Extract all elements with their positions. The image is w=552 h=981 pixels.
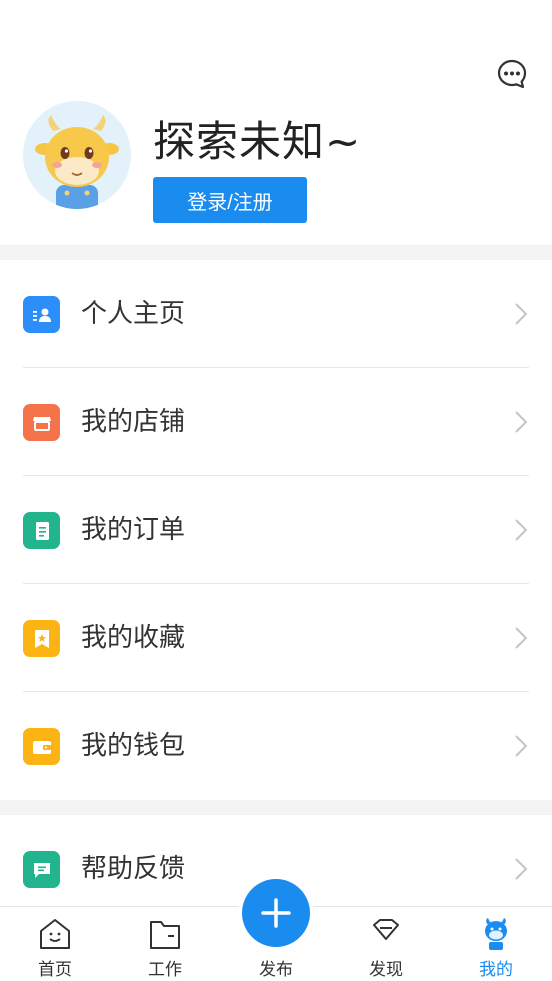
folder-icon — [150, 921, 180, 949]
publish-button[interactable] — [238, 875, 314, 951]
menu-item-label: 我的钱包 — [81, 731, 186, 761]
menu-item-label: 帮助反馈 — [81, 854, 186, 884]
login-register-button[interactable]: 登录/注册 — [153, 177, 307, 223]
menu-item-label: 我的订单 — [81, 515, 186, 545]
chevron-right-icon — [515, 627, 528, 649]
order-icon — [23, 512, 60, 549]
section-gap — [0, 800, 552, 815]
profile-mascot-icon — [485, 918, 507, 950]
menu-item-orders[interactable]: 我的订单 — [0, 476, 552, 584]
menu-item-label: 个人主页 — [81, 299, 186, 329]
feedback-icon — [23, 851, 60, 888]
tab-label: 工作 — [148, 960, 182, 980]
username: 探索未知~ — [153, 117, 362, 166]
plus-icon — [242, 879, 310, 947]
tab-label: 首页 — [38, 960, 72, 980]
tab-label: 发布 — [259, 960, 293, 980]
chevron-right-icon — [515, 735, 528, 757]
chevron-right-icon — [515, 411, 528, 433]
tab-mine[interactable]: 我的 — [456, 907, 536, 981]
avatar[interactable] — [23, 101, 131, 209]
menu-item-homepage[interactable]: 个人主页 — [0, 260, 552, 368]
store-icon — [23, 404, 60, 441]
tab-label: 发现 — [369, 960, 403, 980]
profile-header: 探索未知~ 登录/注册 — [0, 0, 552, 245]
profile-card-icon — [23, 296, 60, 333]
cow-mascot-icon — [35, 115, 119, 209]
menu-item-store[interactable]: 我的店铺 — [0, 368, 552, 476]
menu-item-wallet[interactable]: 我的钱包 — [0, 692, 552, 800]
chevron-right-icon — [515, 303, 528, 325]
menu-item-label: 我的店铺 — [81, 407, 186, 437]
diamond-icon — [373, 919, 399, 940]
tab-label: 我的 — [479, 960, 513, 980]
chevron-right-icon — [515, 858, 528, 880]
wallet-icon — [23, 728, 60, 765]
favorite-icon — [23, 620, 60, 657]
message-icon[interactable] — [496, 58, 528, 90]
chevron-right-icon — [515, 519, 528, 541]
menu-item-label: 我的收藏 — [81, 623, 186, 653]
menu-item-favorites[interactable]: 我的收藏 — [0, 584, 552, 692]
tab-discover[interactable]: 发现 — [346, 907, 426, 981]
home-icon — [40, 919, 70, 949]
menu-group-main: 个人主页 我的店铺 我的订单 我的收藏 我的钱包 — [0, 260, 552, 800]
tab-home[interactable]: 首页 — [15, 907, 95, 981]
section-gap — [0, 245, 552, 260]
tab-work[interactable]: 工作 — [125, 907, 205, 981]
